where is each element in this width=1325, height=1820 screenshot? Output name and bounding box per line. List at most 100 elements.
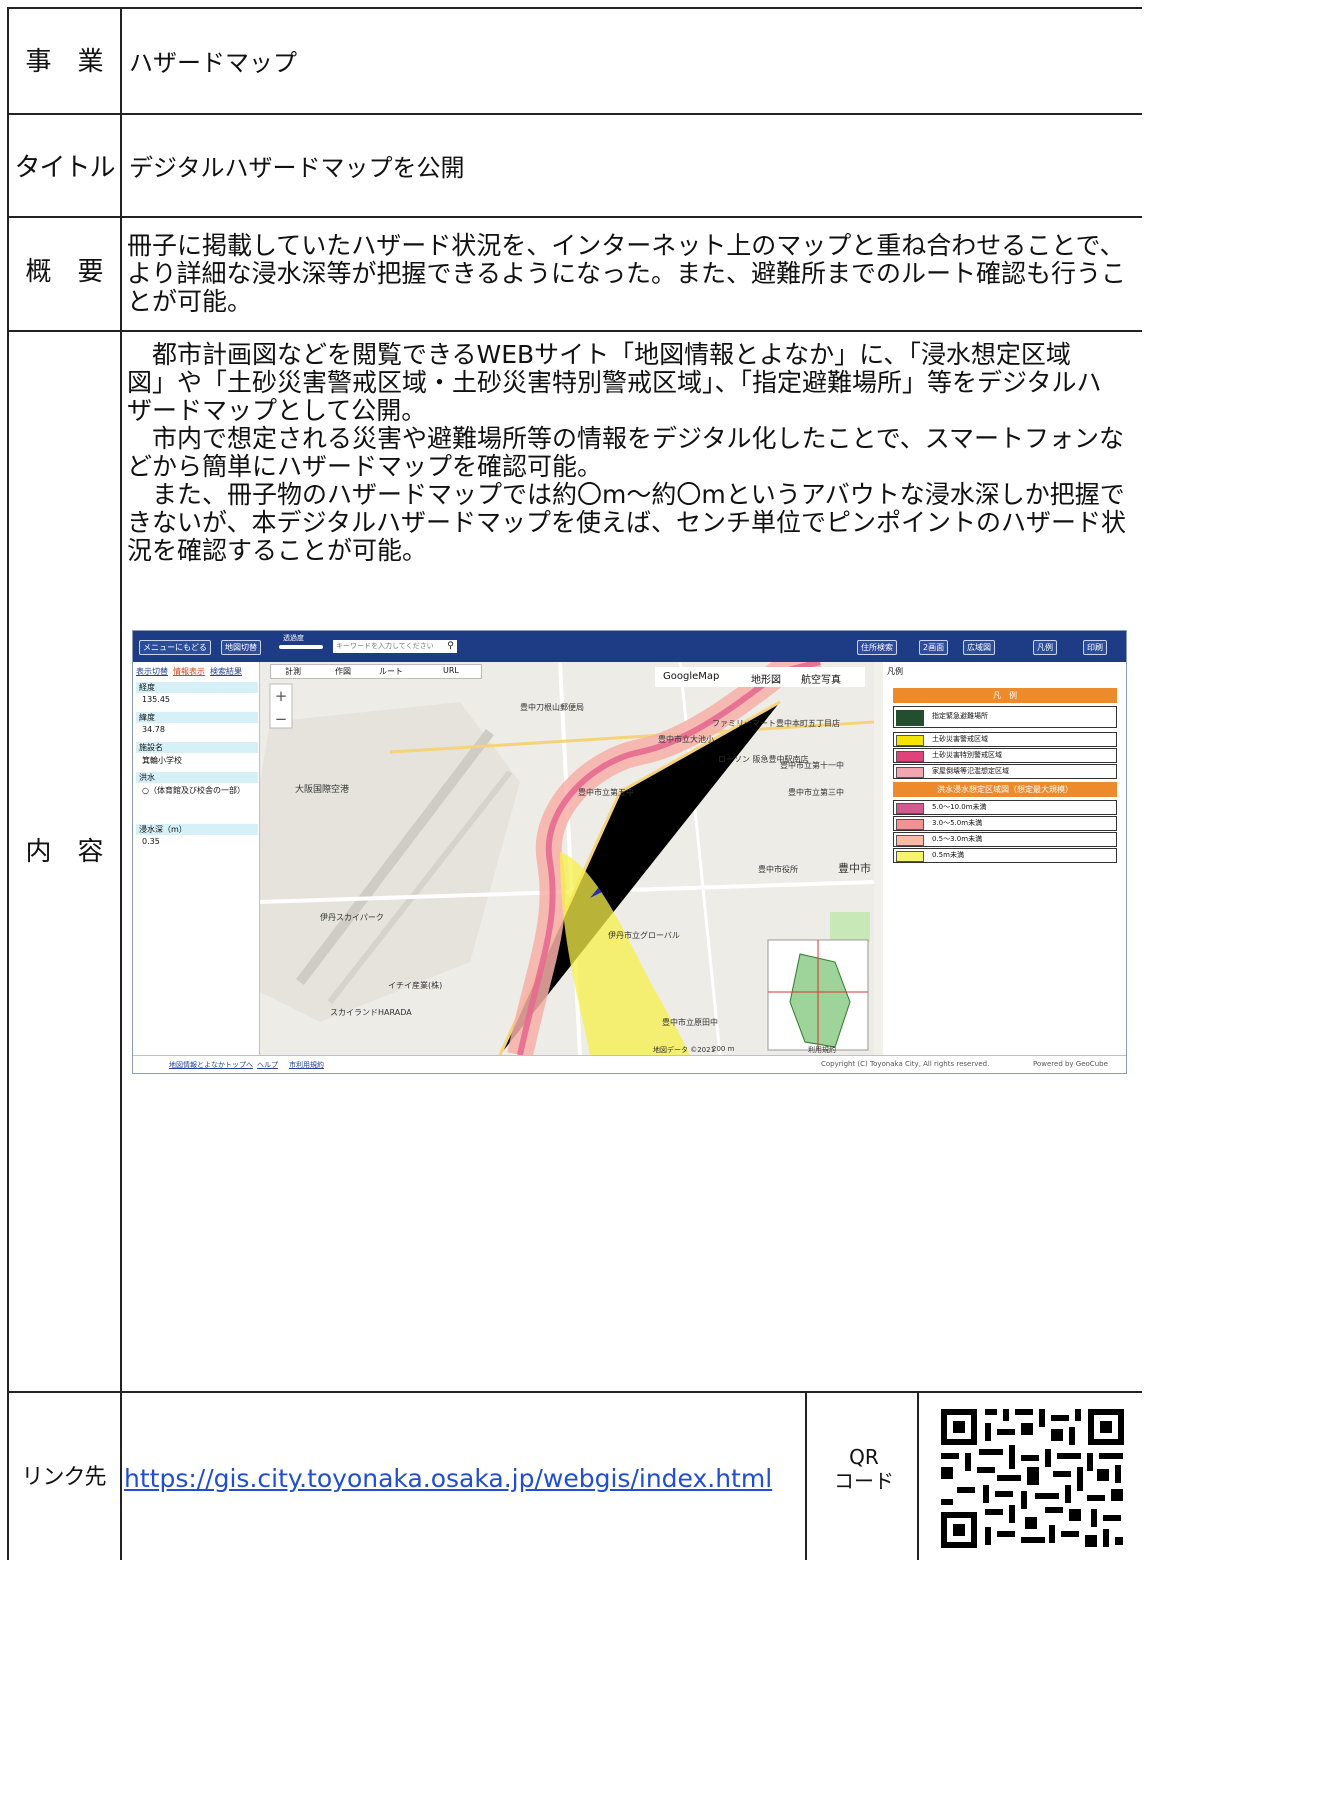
map-label: 伊丹市立グローバル (608, 931, 680, 940)
content-line: ザードマップとして公開。 (127, 396, 427, 425)
qr-code-label: QR コード (820, 1445, 908, 1493)
content-line: きないが、本デジタルハザードマップを使えば、センチ単位でピンポイントのハザード状 (127, 508, 1127, 537)
tool-draw[interactable]: 作図 (335, 666, 351, 677)
map-canvas[interactable]: + − 計測 作図 ルート URL GoogleMap 地形図 航空写真 大阪国… (260, 662, 874, 1055)
business-value: ハザードマップ (129, 49, 297, 77)
tool-route[interactable]: ルート (379, 666, 403, 677)
map-label: イチイ産業(株) (388, 981, 443, 990)
field-value: 箕輪小学校 (142, 756, 182, 765)
business-label: 事 業 (25, 47, 104, 77)
opacity-label: 透過度 (283, 634, 304, 642)
svg-text:+: + (275, 687, 288, 705)
overview-line: 冊子に掲載していたハザード状況を、インターネット上のマップと重ね合わせることで、 (127, 231, 1125, 260)
map-scale: 200 m (712, 1045, 735, 1053)
address-search-button[interactable]: 住所検索 (857, 640, 897, 655)
content-line: 況を確認することが可能。 (127, 536, 428, 565)
map-label: スカイランドHARADA (330, 1008, 412, 1017)
qr-label-line: コード (834, 1469, 894, 1493)
content-line: 都市計画図などを閲覧できるWEBサイト「地図情報とよなか」に、「浸水想定区域 (127, 340, 1071, 369)
legend-swatch (896, 767, 924, 778)
field-value: 135.45 (142, 695, 170, 704)
field-label: 経度 (136, 682, 258, 693)
powered-by-text: Powered by GeoCube (1033, 1060, 1108, 1068)
evacuation-site-icon (896, 710, 924, 726)
legend-item: 5.0〜10.0m未満 (893, 800, 1117, 815)
legend-item-label: 0.5m未満 (932, 851, 964, 859)
map-topbar: メニューにもどる 地図切替 透過度 キーワードを入力してください ⚲ 住所検索 … (133, 631, 1126, 662)
content-text: 都市計画図などを閲覧できるWEBサイト「地図情報とよなか」に、「浸水想定区域 図… (127, 341, 1126, 565)
top-page-link[interactable]: 地図情報とよなかトップへ (169, 1060, 253, 1070)
map-type-terrain[interactable]: 地形図 (751, 671, 781, 686)
field-label: 浸水深（m） (136, 824, 258, 835)
wide-area-button[interactable]: 広域図 (963, 640, 995, 655)
map-toolbar: 計測 作図 ルート URL (270, 664, 482, 679)
field-value: 0.35 (142, 837, 160, 846)
field-value: ○（体育館及び校舎の一部） (142, 786, 245, 795)
content-line: 市内で想定される災害や避難場所等の情報をデジタル化したことで、スマートフォンな (127, 424, 1125, 453)
info-panel: 表示切替 情報表示 検索結果 経度 135.45 緯度 34.78 施設名 箕輪… (133, 662, 260, 1055)
qr-label-line: QR (849, 1445, 879, 1469)
tool-measure[interactable]: 計測 (285, 666, 301, 677)
legend-swatch (896, 735, 924, 746)
flood-legend-header: 洪水浸水想定区域図（想定最大規模） (893, 782, 1117, 797)
webgis-link[interactable]: https://gis.city.toyonaka.osaka.jp/webgi… (124, 1464, 772, 1493)
map-type-aerial[interactable]: 航空写真 (801, 671, 841, 686)
map-type-switcher: GoogleMap 地形図 航空写真 (655, 667, 865, 687)
tab-info-display[interactable]: 情報表示 (173, 666, 205, 677)
legend-swatch (896, 835, 924, 846)
map-label: 豊中市役所 (758, 865, 798, 874)
map-switch-button[interactable]: 地図切替 (221, 640, 261, 655)
map-label: 豊中市立原田中 (662, 1018, 718, 1027)
menu-back-button[interactable]: メニューにもどる (139, 640, 211, 655)
hazard-map-screenshot: メニューにもどる 地図切替 透過度 キーワードを入力してください ⚲ 住所検索 … (132, 630, 1127, 1074)
overview-line: とが可能。 (127, 287, 253, 316)
map-label: 豊中刀根山郵便局 (520, 703, 584, 712)
legend-item: 家屋倒壊等氾濫想定区域 (893, 764, 1117, 779)
legend-item-label: 0.5〜3.0m未満 (932, 835, 983, 843)
legend-swatch (896, 819, 924, 830)
map-label: 豊中市 (838, 862, 871, 875)
title-value: デジタルハザードマップを公開 (129, 154, 465, 182)
tool-url[interactable]: URL (443, 666, 459, 675)
tab-search-results[interactable]: 検索結果 (210, 666, 242, 677)
field-label: 施設名 (136, 742, 258, 753)
copyright-text: Copyright (C) Toyonaka City, All rights … (821, 1060, 990, 1068)
print-button[interactable]: 印刷 (1083, 640, 1107, 655)
opacity-slider[interactable] (279, 645, 323, 649)
legend-swatch (896, 803, 924, 814)
field-value: 34.78 (142, 725, 165, 734)
overview-line: より詳細な浸水深等が把握できるようになった。また、避難所までのルート確認も行うこ (127, 259, 1127, 288)
legend-item: 土砂災害特別警戒区域 (893, 748, 1117, 763)
map-terms[interactable]: 利用規約 (808, 1045, 836, 1055)
legend-item-label: 土砂災害特別警戒区域 (932, 751, 1002, 759)
search-input[interactable]: キーワードを入力してください (333, 640, 444, 653)
overview-label: 概 要 (25, 257, 104, 287)
map-bottom-bar: 地図情報とよなかトップへ ヘルプ 市利用規約 Copyright (C) Toy… (133, 1055, 1126, 1073)
content-line: また、冊子物のハザードマップでは約〇m～約〇mというアバウトな浸水深しか把握で (127, 480, 1125, 509)
legend-item: 指定緊急避難場所 (893, 706, 1117, 728)
map-type-google[interactable]: GoogleMap (663, 671, 719, 682)
content-line: どから簡単にハザードマップを確認可能。 (127, 452, 603, 481)
overview-text: 冊子に掲載していたハザード状況を、インターネット上のマップと重ね合わせることで、… (127, 232, 1126, 316)
map-label: 大阪国際空港 (295, 785, 350, 795)
map-data-credit: 地図データ ©2021 (653, 1046, 716, 1054)
legend-item: 3.0〜5.0m未満 (893, 816, 1117, 831)
terms-link[interactable]: 市利用規約 (289, 1060, 324, 1070)
tab-display-switch[interactable]: 表示切替 (136, 666, 168, 677)
field-label: 緯度 (136, 712, 258, 723)
legend-item-label: 土砂災害警戒区域 (932, 735, 988, 743)
map-label: 豊中市立第三中 (788, 788, 844, 797)
map-label: ファミリーマート豊中本町五丁目店 (712, 719, 840, 728)
qr-code-icon (937, 1405, 1128, 1552)
help-link[interactable]: ヘルプ (257, 1060, 278, 1070)
legend-item: 0.5〜3.0m未満 (893, 832, 1117, 847)
legend-item: 0.5m未満 (893, 848, 1117, 863)
title-label: タイトル (14, 153, 115, 183)
legend-swatch (896, 751, 924, 762)
legend-item-label: 5.0〜10.0m未満 (932, 803, 987, 811)
content-line: 図」や「土砂災害警戒区域・土砂災害特別警戒区域」、「指定避難場所」等をデジタルハ (127, 368, 1102, 397)
two-screen-button[interactable]: 2画面 (919, 640, 949, 655)
legend-button[interactable]: 凡例 (1033, 640, 1057, 655)
content-label: 内 容 (25, 837, 104, 867)
search-icon[interactable]: ⚲ (444, 640, 457, 653)
